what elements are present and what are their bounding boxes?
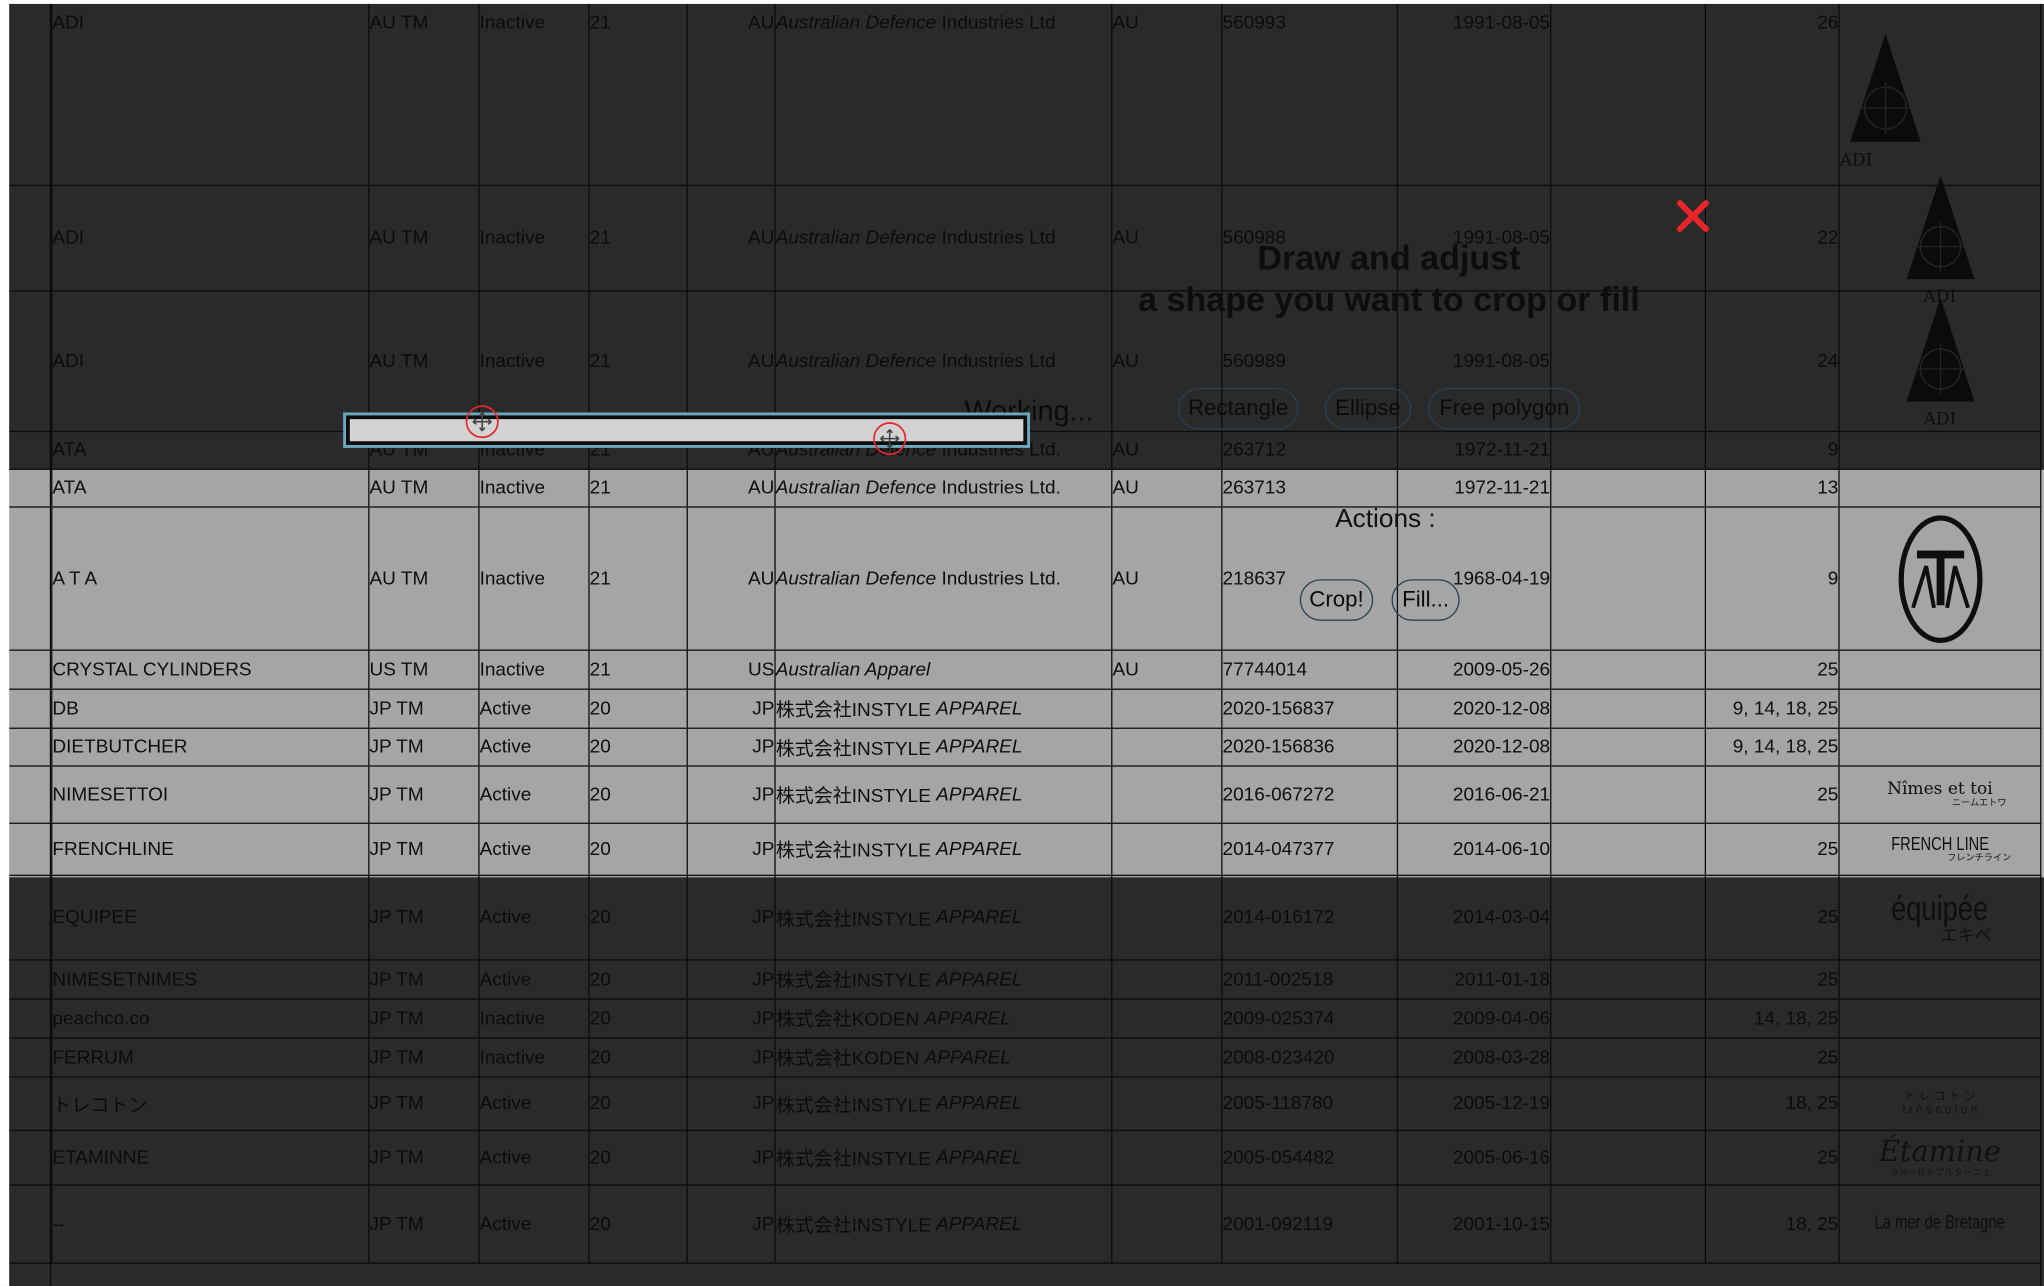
- rectangle-button[interactable]: Rectangle: [1177, 387, 1299, 430]
- crop-button[interactable]: Crop!: [1299, 579, 1374, 621]
- close-x-icon[interactable]: [1672, 195, 1714, 237]
- move-handle-icon[interactable]: [465, 405, 499, 439]
- screen: ADIAU TMInactive21AUAustralian Defence I…: [0, 0, 2044, 1286]
- free-polygon-button[interactable]: Free polygon: [1428, 387, 1581, 430]
- dim-overlay-bottom: [0, 877, 2044, 1286]
- ellipse-button[interactable]: Ellipse: [1324, 387, 1412, 430]
- resize-handle-icon[interactable]: [873, 422, 907, 456]
- dim-overlay-middle: [0, 469, 2044, 878]
- crop-selection-rectangle[interactable]: [343, 412, 1030, 448]
- page-margin-top: [0, 0, 2044, 4]
- title-line-1: Draw and adjust: [1257, 238, 1521, 278]
- fill-button[interactable]: Fill...: [1391, 579, 1460, 621]
- page-margin-left: [0, 0, 10, 1286]
- title-line-2: a shape you want to crop or fill: [1138, 279, 1640, 319]
- actions-label: Actions :: [1335, 505, 1436, 534]
- crop-tool-title: Draw and adjust a shape you want to crop…: [1101, 237, 1678, 320]
